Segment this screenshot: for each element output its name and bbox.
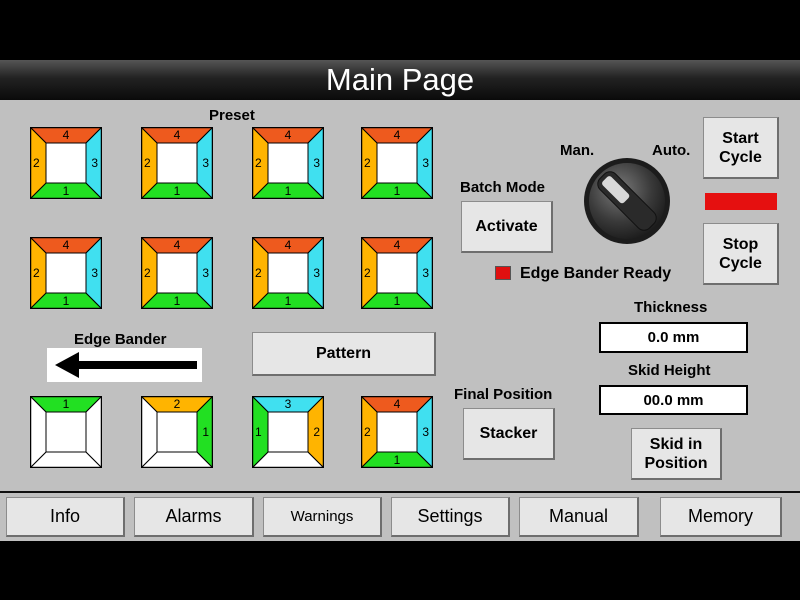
- bottom-nav-bar: Info Alarms Warnings Settings Manual Mem…: [0, 491, 800, 541]
- preset-tile-1[interactable]: 4 2 3 1: [30, 127, 102, 199]
- page-title: Main Page: [325, 62, 475, 97]
- edge-number-left: 2: [255, 156, 262, 170]
- pattern-button[interactable]: Pattern: [252, 332, 436, 376]
- ready-indicator: [495, 266, 511, 280]
- edge-number-top: 4: [62, 128, 70, 142]
- nav-settings-button[interactable]: Settings: [391, 497, 510, 537]
- edge-number-top: 4: [173, 128, 181, 142]
- pattern-tile-1[interactable]: 1: [30, 396, 102, 468]
- edge-number-left: 2: [364, 266, 371, 280]
- title-bar: Main Page: [0, 60, 800, 100]
- preset-tile-4[interactable]: 4 2 3 1: [361, 127, 433, 199]
- edge-number-right: 3: [202, 266, 209, 280]
- edge-number-top: 4: [393, 397, 401, 411]
- edge-bander-label: Edge Bander: [74, 331, 167, 348]
- preset-tile-6[interactable]: 4 2 3 1: [141, 237, 213, 309]
- start-cycle-button[interactable]: Start Cycle: [703, 117, 779, 179]
- edge-number-bottom: 1: [62, 294, 70, 308]
- edge-number-top: 4: [62, 238, 70, 252]
- edge-number-left: 2: [255, 266, 262, 280]
- preset-tile-2[interactable]: 4 2 3 1: [141, 127, 213, 199]
- nav-memory-button[interactable]: Memory: [660, 497, 782, 537]
- edge-number-top: 4: [393, 238, 401, 252]
- preset-tile-5[interactable]: 4 2 3 1: [30, 237, 102, 309]
- feed-direction-panel: [47, 348, 202, 382]
- activate-batch-button[interactable]: Activate: [461, 201, 553, 253]
- edge-number-right: 1: [202, 425, 209, 439]
- left-arrow-icon: [55, 352, 197, 378]
- mode-selector-switch[interactable]: [582, 156, 672, 246]
- preset-label: Preset: [209, 107, 255, 124]
- edge-number-left: 2: [364, 425, 371, 439]
- edge-number-right: 3: [313, 266, 320, 280]
- skid-height-label: Skid Height: [628, 362, 711, 379]
- pattern-tile-3[interactable]: 3 1 2: [252, 396, 324, 468]
- edge-number-top: 4: [393, 128, 401, 142]
- edge-number-right: 3: [422, 156, 429, 170]
- edge-number-left: 2: [144, 156, 151, 170]
- pattern-tile-2[interactable]: 21: [141, 396, 213, 468]
- thickness-label: Thickness: [634, 299, 708, 316]
- edge-number-left: 2: [144, 266, 151, 280]
- final-position-label: Final Position: [454, 386, 553, 403]
- nav-alarms-button[interactable]: Alarms: [134, 497, 254, 537]
- stop-cycle-button[interactable]: Stop Cycle: [703, 223, 779, 285]
- edge-bander-ready-label: Edge Bander Ready: [520, 265, 672, 282]
- edge-number-top: 1: [62, 397, 70, 411]
- hmi-screen: Main Page Preset 42314231423142314231423…: [0, 60, 800, 541]
- nav-warnings-button[interactable]: Warnings: [263, 497, 382, 537]
- edge-number-bottom: 1: [393, 294, 401, 308]
- edge-number-top: 4: [284, 128, 292, 142]
- edge-number-right: 3: [422, 266, 429, 280]
- skid-in-position-button[interactable]: Skid in Position: [631, 428, 722, 480]
- preset-tile-7[interactable]: 4 2 3 1: [252, 237, 324, 309]
- cycle-status-bar: [705, 193, 777, 210]
- batch-mode-label: Batch Mode: [460, 179, 546, 196]
- edge-number-right: 3: [202, 156, 209, 170]
- edge-number-bottom: 1: [284, 184, 292, 198]
- thickness-field[interactable]: 0.0 mm: [599, 322, 748, 353]
- stacker-button[interactable]: Stacker: [463, 408, 555, 460]
- edge-number-top: 4: [284, 238, 292, 252]
- edge-number-bottom: 1: [62, 184, 70, 198]
- edge-number-left: 2: [33, 156, 40, 170]
- selector-knob-icon: [584, 158, 670, 244]
- preset-tile-3[interactable]: 4 2 3 1: [252, 127, 324, 199]
- edge-number-left: 2: [33, 266, 40, 280]
- edge-number-bottom: 1: [393, 453, 401, 467]
- edge-number-top: 2: [173, 397, 181, 411]
- skid-height-field[interactable]: 00.0 mm: [599, 385, 748, 415]
- edge-number-left: 2: [364, 156, 371, 170]
- edge-number-top: 3: [284, 397, 292, 411]
- ready-indicator-light: [496, 267, 510, 279]
- nav-info-button[interactable]: Info: [6, 497, 125, 537]
- edge-number-right: 2: [313, 425, 320, 439]
- edge-number-right: 3: [91, 266, 98, 280]
- edge-number-bottom: 1: [173, 294, 181, 308]
- edge-number-bottom: 1: [284, 294, 292, 308]
- pattern-tile-4[interactable]: 4 2 3 1: [361, 396, 433, 468]
- edge-number-right: 3: [422, 425, 429, 439]
- edge-number-top: 4: [173, 238, 181, 252]
- edge-number-bottom: 1: [173, 184, 181, 198]
- edge-number-bottom: 1: [393, 184, 401, 198]
- nav-manual-button[interactable]: Manual: [519, 497, 639, 537]
- edge-number-right: 3: [313, 156, 320, 170]
- edge-number-right: 3: [91, 156, 98, 170]
- edge-number-left: 1: [255, 425, 262, 439]
- preset-tile-8[interactable]: 4 2 3 1: [361, 237, 433, 309]
